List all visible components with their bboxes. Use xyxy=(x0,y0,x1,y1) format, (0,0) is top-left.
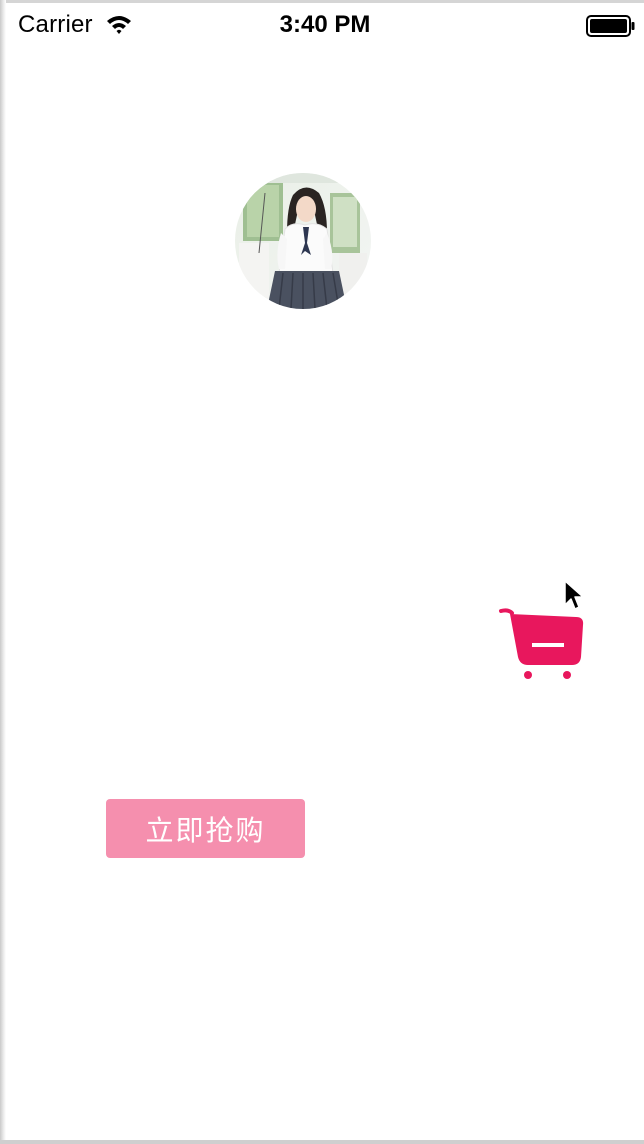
window-frame-bottom xyxy=(0,1140,644,1144)
avatar xyxy=(235,173,371,309)
buy-now-button[interactable]: 立即抢购 xyxy=(106,799,305,858)
battery-full-icon xyxy=(586,15,635,37)
shopping-cart-minus-icon[interactable] xyxy=(498,605,588,683)
status-bar: Carrier 3:40 PM xyxy=(6,3,644,45)
status-time: 3:40 PM xyxy=(279,11,371,38)
avatar-photo xyxy=(235,173,371,309)
app-screen: Carrier 3:40 PM 立即抢购 xyxy=(0,0,644,1144)
window-frame-left xyxy=(0,0,6,1144)
mouse-pointer-icon xyxy=(564,580,584,610)
